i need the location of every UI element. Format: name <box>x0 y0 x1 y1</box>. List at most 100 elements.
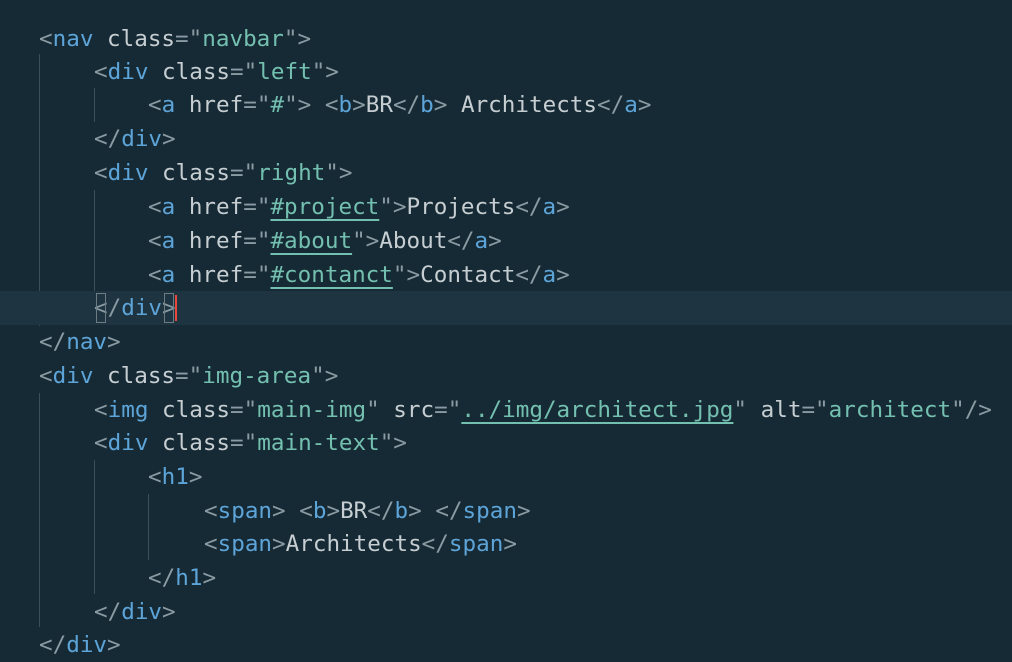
tag-name: div <box>52 363 94 389</box>
attribute-name: class <box>93 363 176 389</box>
code-editor[interactable]: <nav class="navbar"> <div class="left"> … <box>0 0 1012 662</box>
tag-bracket: "> <box>392 262 421 288</box>
text-content: Architects <box>285 531 422 557</box>
tag-bracket: / <box>107 295 122 321</box>
tag-bracket: "/> <box>951 397 992 423</box>
tag-name: a <box>542 262 557 288</box>
tag-name: img <box>107 397 149 423</box>
tag-bracket: > <box>107 632 121 658</box>
tag-bracket: "> <box>283 26 312 52</box>
attribute-value: # <box>270 92 285 118</box>
attribute-name: src <box>379 397 435 423</box>
code-line[interactable]: <a href="#about">About</a> <box>0 224 1012 258</box>
code-line[interactable]: <span> <b>BR</b> </span> <box>0 494 1012 528</box>
code-line[interactable]: <div class="img-area"> <box>0 359 1012 393</box>
attribute-value: right <box>257 160 326 186</box>
attribute-value: main-text <box>257 430 380 456</box>
attribute-equals: =" <box>230 397 258 423</box>
text-content: Projects <box>406 194 516 220</box>
tag-name: a <box>542 194 557 220</box>
tag-name: nav <box>66 329 108 355</box>
link-value[interactable]: ../img/architect.jpg <box>461 397 733 423</box>
link-value[interactable]: #project <box>270 194 379 220</box>
tag-bracket: </ <box>94 599 122 625</box>
code-line[interactable]: <img class="main-img" src="../img/archit… <box>0 393 1012 427</box>
tag-bracket: </ <box>39 329 67 355</box>
tag-name: div <box>107 160 149 186</box>
tag-bracket: > <box>162 126 176 152</box>
tag-bracket: "> <box>352 228 380 254</box>
attribute-equals: =" <box>434 397 462 423</box>
text-content: Contact <box>420 262 516 288</box>
code-line[interactable]: <span>Architects</span> <box>0 527 1012 561</box>
tag-bracket: "> <box>284 92 312 118</box>
attribute-name: href <box>175 228 244 254</box>
tag-bracket: > <box>326 498 341 524</box>
tag-bracket: "> <box>311 59 339 85</box>
tag-bracket: </ <box>597 92 625 118</box>
tag-bracket: > <box>556 194 570 220</box>
tag-bracket: > <box>556 262 570 288</box>
attribute-name: class <box>148 397 231 423</box>
text-content: BR <box>340 498 368 524</box>
tag-bracket: > <box>272 498 286 524</box>
tag-bracket: < <box>285 498 313 524</box>
tag-bracket: "> <box>379 194 407 220</box>
code-line[interactable]: <h1> <box>0 460 1012 494</box>
code-line[interactable]: </div> <box>0 122 1012 156</box>
link-value[interactable]: #contanct <box>270 262 392 288</box>
attribute-value: architect <box>828 397 952 423</box>
tag-bracket: > <box>272 531 286 557</box>
tag-bracket: < <box>311 92 339 118</box>
tag-bracket: > <box>352 92 366 118</box>
tag-name: b <box>338 92 353 118</box>
tag-name: a <box>474 228 489 254</box>
code-line[interactable]: </div> <box>0 628 1012 662</box>
tag-name: span <box>462 498 517 524</box>
attribute-name: class <box>148 59 231 85</box>
tag-name: h1 <box>161 464 189 490</box>
attribute-equals: =" <box>230 160 258 186</box>
tag-bracket: "> <box>379 430 407 456</box>
attribute-name: class <box>93 26 176 52</box>
attribute-value: img-area <box>202 363 312 389</box>
tag-bracket: </ <box>421 498 463 524</box>
attribute-value: navbar <box>202 26 284 52</box>
code-line-active[interactable]: </div> <box>0 291 1012 325</box>
code-line[interactable]: <a href="#contanct">Contact</a> <box>0 258 1012 292</box>
code-line[interactable]: </h1> <box>0 561 1012 595</box>
code-line[interactable]: </div> <box>0 595 1012 629</box>
tag-name: b <box>394 498 409 524</box>
tag-bracket: </ <box>39 632 67 658</box>
tag-name: b <box>420 92 434 118</box>
tag-name: a <box>161 262 176 288</box>
tag-bracket: < <box>39 26 53 52</box>
code-line[interactable]: </nav> <box>0 325 1012 359</box>
tag-name: div <box>107 59 149 85</box>
attribute-equals: =" <box>243 194 271 220</box>
quote: " <box>733 397 748 423</box>
code-line[interactable]: <div class="main-text"> <box>0 426 1012 460</box>
link-value[interactable]: #about <box>270 228 352 254</box>
text-content: About <box>379 228 448 254</box>
tag-bracket: > <box>202 565 217 591</box>
quote: " <box>366 397 380 423</box>
tag-bracket: </ <box>515 194 543 220</box>
code-line[interactable]: <a href="#"> <b>BR</b> Architects</a> <box>0 88 1012 122</box>
code-line[interactable]: <a href="#project">Projects</a> <box>0 190 1012 224</box>
tag-name: div <box>121 599 163 625</box>
code-line[interactable]: <div class="right"> <box>0 156 1012 190</box>
code-line[interactable]: <nav class="navbar"> <box>0 22 1012 56</box>
tag-name: a <box>161 228 176 254</box>
tag-bracket: </ <box>148 565 176 591</box>
tag-bracket: > <box>433 92 448 118</box>
tag-bracket: < <box>39 363 53 389</box>
tag-bracket: > <box>162 599 176 625</box>
tag-bracket: < <box>94 160 108 186</box>
tag-bracket: < <box>94 397 108 423</box>
tag-bracket: </ <box>367 498 395 524</box>
tag-name: a <box>161 92 176 118</box>
code-line[interactable]: <div class="left"> <box>0 55 1012 89</box>
attribute-name: class <box>148 430 231 456</box>
attribute-equals: =" <box>243 262 271 288</box>
